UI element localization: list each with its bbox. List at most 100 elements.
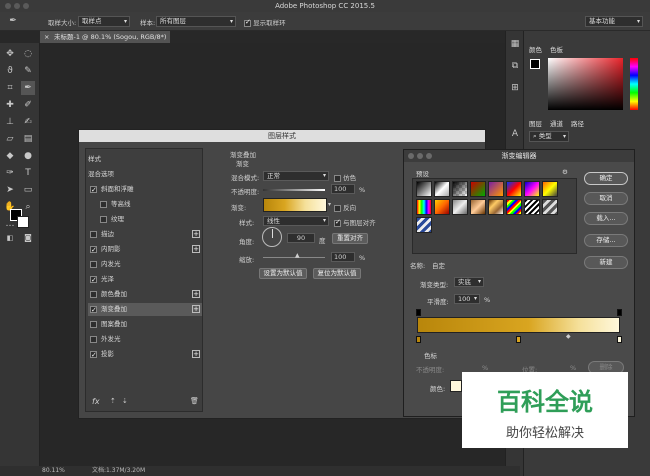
name-field[interactable]: 自定 (432, 260, 445, 270)
move-up-icon[interactable]: ⇡ (110, 397, 116, 405)
style-item[interactable]: 斜面和浮雕 (88, 183, 202, 197)
quick-select-tool-icon[interactable]: ✎ (21, 64, 35, 78)
color-stop-2[interactable] (516, 336, 521, 343)
stamp-tool-icon[interactable]: ⊥ (3, 115, 17, 129)
opacity-stop-left[interactable] (416, 309, 421, 316)
blend-mode-select[interactable]: 正常 (263, 171, 329, 181)
style-item[interactable]: 投影 + (88, 348, 202, 362)
load-button[interactable]: 载入... (584, 212, 628, 225)
angle-dial[interactable] (262, 227, 282, 247)
tab-color[interactable]: 颜色 (529, 44, 542, 54)
show-ring-checkbox[interactable] (244, 18, 251, 27)
marquee-tool-icon[interactable]: ◌ (21, 47, 35, 61)
reset-default-button[interactable]: 复位为默认值 (313, 268, 361, 279)
blur-tool-icon[interactable]: ◆ (3, 149, 17, 163)
preset-swatch[interactable] (470, 199, 486, 215)
align-layer-checkbox[interactable] (334, 218, 341, 227)
tab-paths[interactable]: 路径 (571, 118, 584, 128)
add-effect-icon[interactable]: + (192, 245, 200, 253)
preset-swatch[interactable] (416, 199, 432, 215)
eraser-tool-icon[interactable]: ▱ (3, 132, 17, 146)
reverse-option[interactable]: 反向 (334, 202, 356, 212)
layer-kind-filter[interactable]: ⌕ 类型 (529, 131, 569, 142)
cancel-button[interactable]: 取消 (584, 192, 628, 205)
style-item-checkbox[interactable] (90, 184, 97, 197)
style-item-checkbox[interactable] (100, 215, 107, 223)
style-item[interactable]: 外发光 (88, 333, 202, 346)
reverse-checkbox[interactable] (334, 204, 341, 212)
style-item[interactable]: 等高线 (88, 198, 202, 211)
preset-swatch[interactable] (488, 199, 504, 215)
opacity-input[interactable]: 100 (331, 184, 355, 194)
style-item[interactable]: 内阴影 + (88, 243, 202, 257)
zoom-dialog-icon[interactable] (426, 153, 432, 159)
minimize-dialog-icon[interactable] (417, 153, 423, 159)
add-effect-icon[interactable]: + (192, 290, 200, 298)
move-down-icon[interactable]: ⇣ (122, 397, 128, 405)
gradient-dropdown-icon[interactable]: ▾ (328, 201, 331, 208)
eyedropper-icon[interactable]: ✒ (6, 14, 20, 28)
style-item-checkbox[interactable] (90, 290, 97, 298)
character-panel-icon[interactable]: A (508, 127, 522, 141)
presets-gear-icon[interactable]: ⚙ (562, 168, 568, 176)
properties-panel-icon[interactable]: ⧉ (508, 59, 522, 73)
style-item-checkbox[interactable] (90, 349, 97, 362)
preset-swatch[interactable] (506, 181, 522, 197)
style-item[interactable]: 光泽 (88, 273, 202, 287)
pen-tool-icon[interactable]: ✑ (3, 166, 17, 180)
preset-swatch[interactable] (416, 217, 432, 233)
move-tool-icon[interactable]: ✥ (3, 47, 17, 61)
preset-swatch[interactable] (452, 181, 468, 197)
gradient-bar[interactable] (417, 317, 620, 333)
eyedropper-tool-icon[interactable]: ✒ (21, 81, 35, 95)
style-select[interactable]: 线性 (263, 216, 329, 226)
sample-size-select[interactable]: 取样点 (78, 16, 130, 27)
save-button[interactable]: 存储... (584, 234, 628, 247)
background-color-swatch[interactable] (17, 216, 29, 228)
color-fg-swatch[interactable] (530, 59, 540, 69)
close-window-icon[interactable] (5, 3, 11, 9)
history-panel-icon[interactable]: ▦ (508, 37, 522, 51)
preset-swatch[interactable] (470, 181, 486, 197)
sample-select[interactable]: 所有图层 (156, 16, 236, 27)
add-effect-icon[interactable]: + (192, 305, 200, 313)
smoothness-select[interactable]: 100 (454, 294, 480, 304)
dither-option[interactable]: 仿色 (334, 172, 356, 182)
style-item-checkbox[interactable] (100, 200, 107, 208)
scale-slider-thumb[interactable]: ▲ (295, 252, 300, 259)
preset-swatch[interactable] (524, 181, 540, 197)
fx-menu-button[interactable]: fx (92, 397, 100, 406)
hue-slider[interactable] (630, 58, 638, 110)
quick-mask-icon[interactable]: ◙ (21, 231, 35, 245)
style-item[interactable]: 内发光 (88, 258, 202, 271)
stop-color-swatch[interactable] (450, 380, 462, 392)
preset-swatch[interactable] (524, 199, 540, 215)
preset-swatch[interactable] (452, 199, 468, 215)
midpoint-diamond-icon[interactable]: ◆ (566, 333, 571, 340)
style-item[interactable]: 图案叠加 (88, 318, 202, 331)
preset-swatch[interactable] (416, 181, 432, 197)
preset-swatch[interactable] (542, 181, 558, 197)
dodge-tool-icon[interactable]: ● (21, 149, 35, 163)
dither-checkbox[interactable] (334, 174, 341, 182)
gradient-tool-icon[interactable]: ▤ (21, 132, 35, 146)
workspace-select[interactable]: 基本功能 (585, 16, 643, 27)
color-picker-field[interactable] (548, 58, 623, 110)
type-select[interactable]: 实底 (454, 277, 484, 287)
style-item-checkbox[interactable] (90, 230, 97, 238)
style-item[interactable]: 渐变叠加 + (88, 303, 202, 317)
style-item[interactable]: 描边 + (88, 228, 202, 241)
zoom-level[interactable]: 80.11% (42, 466, 65, 476)
opacity-stop-right[interactable] (617, 309, 622, 316)
default-colors-icon[interactable]: ◧ (3, 231, 17, 245)
close-tab-icon[interactable]: × (44, 31, 49, 43)
opacity-slider[interactable] (263, 189, 325, 191)
add-effect-icon[interactable]: + (192, 350, 200, 358)
style-item-checkbox[interactable] (90, 304, 97, 317)
lasso-tool-icon[interactable]: ϑ (3, 64, 17, 78)
document-tab[interactable]: × 未标题-1 @ 80.1% (Sogou, RGB/8*) * (40, 31, 170, 53)
new-button[interactable]: 新建 (584, 256, 628, 269)
style-item-checkbox[interactable] (90, 260, 97, 268)
set-default-button[interactable]: 设置为默认值 (259, 268, 307, 279)
color-stop-1[interactable] (416, 336, 421, 343)
